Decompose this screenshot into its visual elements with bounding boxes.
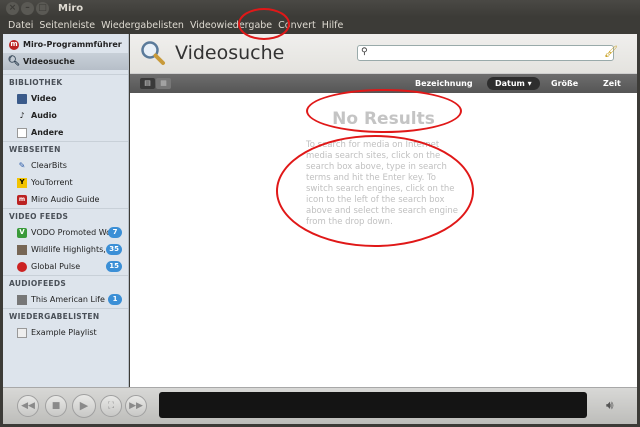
close-window-button[interactable]: × [6,2,19,15]
sidebar-item-this-american-life[interactable]: This American Life 1 [3,291,128,308]
annotation-circle-no-results [306,89,462,133]
sidebar-item-clearbits[interactable]: ✎ ClearBits [3,157,128,174]
unread-badge: 35 [106,244,122,255]
playback-bar: ◀◀ ■ ▶ ⛶ ▶▶ 🔊︎ [3,387,637,424]
sidebar-item-label: Audio [31,111,57,120]
clearbits-icon: ✎ [18,161,26,170]
playback-display [159,392,587,418]
sidebar-item-videosuche[interactable]: 🔍︎ Videosuche [3,53,128,70]
column-size[interactable]: Größe [551,74,578,93]
sidebar-item-label: Global Pulse [31,262,81,271]
miro-guide-icon: m [17,194,27,205]
sidebar-item-vodo[interactable]: V VODO Promoted Wor 7 [3,224,128,241]
sidebar-item-label: Example Playlist [31,328,97,337]
video-icon [17,93,27,104]
content-header: Videosuche ⚲ 🖌︎ [130,34,637,74]
list-view-button[interactable]: ▤ [140,78,155,89]
clear-search-icon[interactable]: 🖌︎ [604,45,618,61]
sidebar-item-example-playlist[interactable]: Example Playlist [3,324,128,341]
sidebar-item-video[interactable]: Video [3,90,128,107]
podcast-icon [17,294,27,305]
sidebar-item-label: Miro-Programmführer [23,40,122,49]
menu-datei[interactable]: Datei [5,17,36,34]
unread-badge: 7 [108,227,122,238]
sidebar-item-global-pulse[interactable]: Global Pulse 15 [3,258,128,275]
unread-badge: 15 [106,261,122,272]
sidebar-heading-video-feeds: VIDEO FEEDS [3,208,128,224]
search-box[interactable]: ⚲ [357,45,614,61]
menu-bar: Datei Seitenleiste Wiedergabelisten Vide… [0,17,640,34]
sidebar-heading-bibliothek: BIBLIOTHEK [3,74,128,90]
sidebar-item-label: YouTorrent [31,178,73,187]
minimize-window-button[interactable]: – [21,2,34,15]
column-name[interactable]: Bezeichnung [415,74,473,93]
skip-back-button[interactable]: ◀◀ [17,395,39,417]
column-date[interactable]: Datum ▾ [487,77,540,90]
search-engine-icon[interactable]: ⚲ [361,47,368,57]
menu-hilfe[interactable]: Hilfe [319,17,347,34]
wildlife-icon [17,244,27,255]
miro-icon: m [9,39,19,50]
globalpulse-icon [17,261,27,272]
unread-badge: 1 [108,294,122,305]
sidebar-item-audio[interactable]: ♪ Audio [3,107,128,124]
sidebar-item-label: Video [31,94,57,103]
sidebar-heading-audiofeeds: AUDIOFEEDS [3,275,128,291]
volume-icon[interactable]: 🔊︎ [606,398,614,413]
document-icon [17,127,27,138]
sidebar-item-youtorrent[interactable]: Y YouTorrent [3,174,128,191]
sidebar-item-label: VODO Promoted Wor [31,228,115,237]
sidebar-item-label: This American Life [31,295,105,304]
sidebar-heading-wiedergabelisten: WIEDERGABELISTEN [3,308,128,324]
grid-view-button[interactable]: ▦ [156,78,171,89]
page-title: Videosuche [175,42,285,64]
menu-wiedergabelisten[interactable]: Wiedergabelisten [98,17,187,34]
stop-button[interactable]: ■ [45,395,67,417]
vodo-icon: V [17,227,27,238]
sidebar: m Miro-Programmführer 🔍︎ Videosuche BIBL… [3,34,129,387]
skip-forward-button[interactable]: ▶▶ [125,395,147,417]
sidebar-item-andere[interactable]: Andere [3,124,128,141]
annotation-circle-convert [238,8,290,40]
sidebar-heading-webseiten: WEBSEITEN [3,141,128,157]
sidebar-item-wildlife[interactable]: Wildlife Highlights, 35 [3,241,128,258]
play-button[interactable]: ▶ [72,394,96,418]
sidebar-item-label: Andere [31,128,64,137]
annotation-circle-help [276,135,474,247]
magnifier-icon [141,41,165,65]
maximize-window-button[interactable]: □ [36,2,49,15]
sidebar-item-miro-audio-guide[interactable]: m Miro Audio Guide [3,191,128,208]
youtorrent-icon: Y [17,177,27,188]
playlist-icon [17,327,27,338]
column-time[interactable]: Zeit [603,74,621,93]
sidebar-item-label: Miro Audio Guide [31,195,100,204]
search-input[interactable] [372,47,600,59]
sidebar-item-label: ClearBits [31,161,67,170]
menu-seitenleiste[interactable]: Seitenleiste [36,17,98,34]
audio-icon: ♪ [19,111,25,120]
sidebar-item-label: Videosuche [23,57,75,66]
fullscreen-button[interactable]: ⛶ [100,395,122,417]
sidebar-item-label: Wildlife Highlights, [31,245,106,254]
search-icon: 🔍︎ [7,56,21,67]
sidebar-item-miro-guide[interactable]: m Miro-Programmführer [3,36,128,53]
window-title: Miro [58,3,84,14]
window-titlebar: × – □ Miro [0,0,640,17]
